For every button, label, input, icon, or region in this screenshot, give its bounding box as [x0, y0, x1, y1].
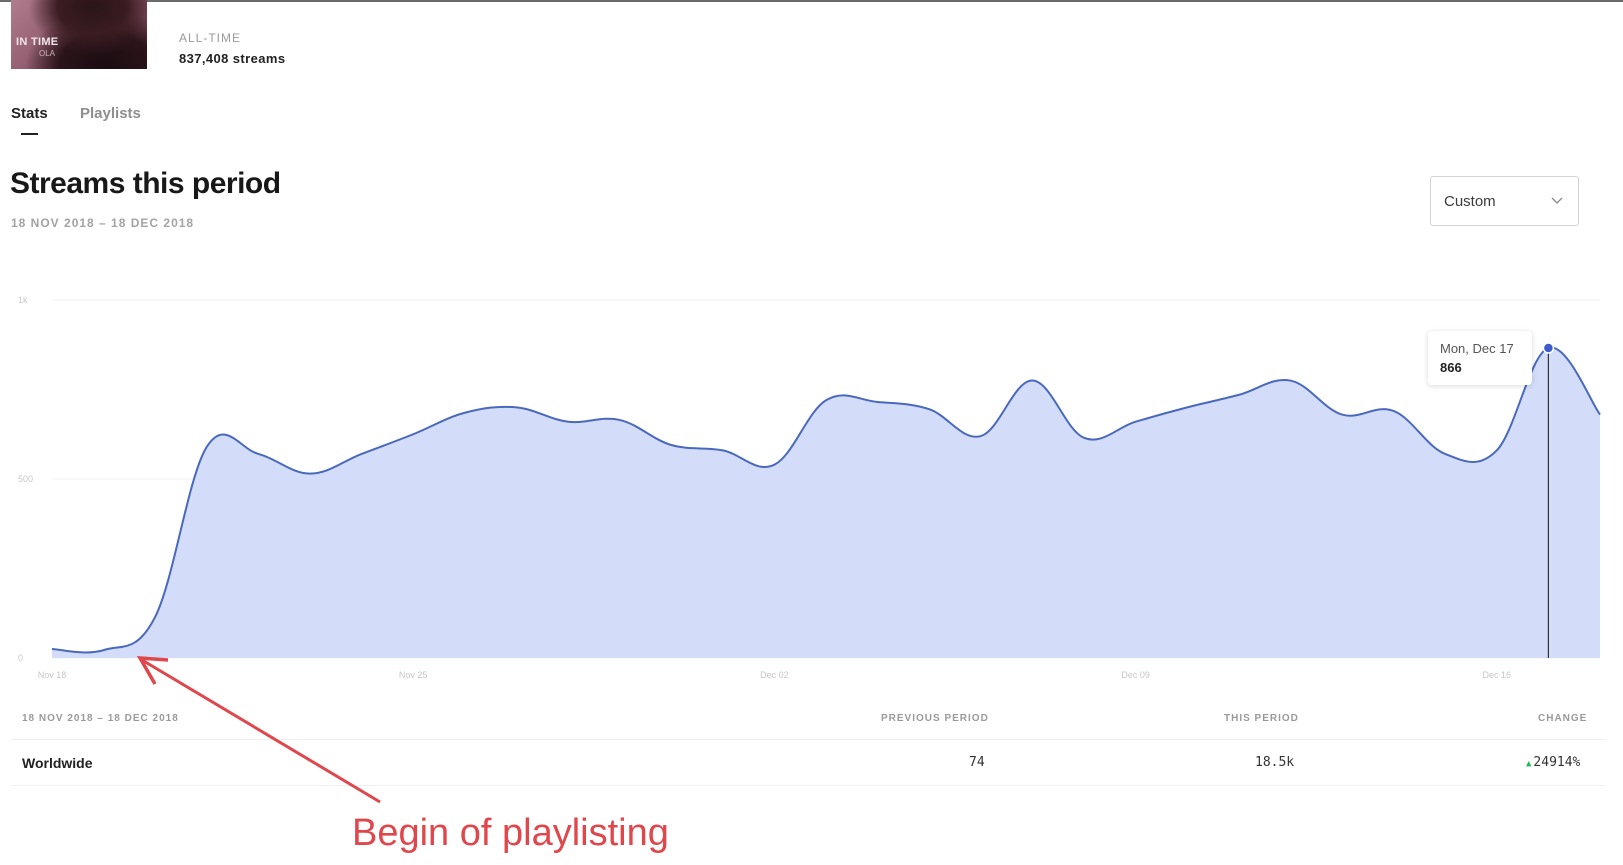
area-fill [52, 347, 1600, 658]
data-point-nov-28 [566, 420, 570, 424]
data-point-nov-30 [669, 443, 673, 447]
cell-this-period: 18.5k [1255, 755, 1295, 770]
data-point-dec-11 [1237, 393, 1241, 397]
x-tick-label: Nov 25 [399, 670, 428, 680]
data-point-dec-15 [1443, 452, 1447, 456]
tab-playlists[interactable]: Playlists [80, 105, 141, 122]
all-time-label: ALL-TIME [179, 31, 242, 45]
data-point-dec-16 [1495, 448, 1499, 452]
data-point-dec-02 [772, 463, 776, 467]
row-divider [11, 739, 1606, 740]
data-point-dec-12 [1288, 379, 1292, 383]
cell-change: ▲ 24914% [1526, 755, 1580, 770]
y-tick-label: 500 [18, 474, 33, 484]
change-value: 24914% [1533, 755, 1581, 770]
album-cover-artist: OLA [39, 49, 56, 58]
date-range: 18 NOV 2018 – 18 DEC 2018 [11, 216, 195, 230]
album-cover[interactable]: IN TIME OLA [11, 0, 147, 69]
data-point-nov-18 [50, 647, 54, 651]
period-select-value: Custom [1444, 193, 1496, 210]
x-tick-label: Dec 09 [1121, 670, 1150, 680]
data-point-nov-21 [205, 445, 209, 449]
data-point-nov-23 [308, 472, 312, 476]
data-point-dec-06 [979, 434, 983, 438]
x-tick-label: Nov 18 [38, 670, 67, 680]
data-point-dec-10 [1185, 405, 1189, 409]
table-header-change: CHANGE [1538, 713, 1588, 724]
cell-previous-period: 74 [969, 755, 985, 770]
window-top-border [0, 0, 1623, 2]
table-header-this: THIS PERIOD [1224, 713, 1299, 724]
x-tick-label: Dec 02 [760, 670, 789, 680]
data-point-dec-01 [721, 448, 725, 452]
period-select[interactable]: Custom [1430, 176, 1579, 226]
data-point-dec-18 [1598, 413, 1602, 417]
chevron-down-icon [1551, 197, 1563, 204]
data-point-nov-24 [360, 452, 364, 456]
data-point-dec-08 [1082, 436, 1086, 440]
data-point-nov-29 [618, 418, 622, 422]
data-point-dec-14 [1392, 409, 1396, 413]
x-tick-label: Dec 16 [1483, 670, 1512, 680]
highlight-point [1542, 342, 1555, 354]
data-point-dec-03 [824, 398, 828, 402]
trend-up-icon: ▲ [1526, 759, 1532, 769]
y-tick-label: 0 [18, 653, 23, 663]
data-point-dec-07 [1030, 379, 1034, 383]
chart-tooltip: Mon, Dec 17 866 [1428, 331, 1532, 385]
row-divider [11, 785, 1606, 786]
y-tick-label: 1k [18, 295, 28, 305]
data-point-dec-05 [927, 407, 931, 411]
data-point-dec-13 [1340, 413, 1344, 417]
album-cover-title: IN TIME [16, 36, 59, 48]
tab-stats[interactable]: Stats [11, 105, 48, 122]
active-tab-indicator [21, 133, 38, 135]
all-time-streams: 837,408 streams [179, 51, 286, 66]
cell-region: Worldwide [22, 755, 93, 771]
data-point-nov-25 [411, 432, 415, 436]
data-point-dec-04 [876, 400, 880, 404]
data-point-nov-27 [514, 405, 518, 409]
data-point-dec-09 [1134, 420, 1138, 424]
table-header-range: 18 NOV 2018 – 18 DEC 2018 [22, 713, 179, 724]
streams-chart[interactable]: 0 500 1k Nov 18 Nov 25 Dec 02 Dec 09 Dec 16 [0, 280, 1623, 690]
annotation-label: Begin of playlisting [352, 812, 669, 854]
table-header-previous: PREVIOUS PERIOD [881, 713, 989, 724]
data-point-nov-26 [463, 411, 467, 415]
tooltip-value: 866 [1440, 360, 1462, 375]
data-point-nov-22 [256, 452, 260, 456]
data-point-nov-20 [153, 615, 157, 619]
data-point-nov-19 [102, 648, 106, 652]
page-title: Streams this period [10, 167, 281, 200]
tooltip-date: Mon, Dec 17 [1440, 341, 1514, 356]
